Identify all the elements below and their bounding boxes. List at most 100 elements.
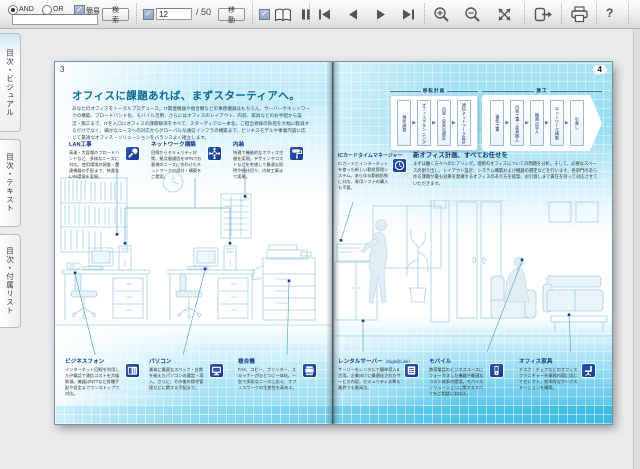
page3-intro-text: あなたのオフィスをトータルプロデュース。IT関連機器や複合機などの事務機器はもち… [72, 105, 310, 142]
viewer-toolbar: AND OR 簡易 検索 / 50 移動 [0, 0, 640, 29]
flow-plan-label: 移転計画 [390, 87, 478, 95]
flow-arrow-icon: ▶ [412, 121, 416, 126]
callout-office-furniture-body: デスク・チェアなどのオフィスファニチャーを業務内容に応じてセレクト。効率的なワー… [519, 367, 578, 391]
callout-business-phone: ビジネスフォン インターネット回線を利用したIP電話で通信コストを大幅削減。機器… [65, 357, 139, 397]
page4-bottom-band [333, 405, 612, 424]
new-office-section-title: 新オフィス計画、すべてお任せを [413, 150, 599, 159]
page-right[interactable]: 4 移転計画 現状調査 ▶ オフィスプランニング ▶ 内装・家具の選定 ▶ 通信… [333, 62, 612, 424]
callout-pc-body: 業務に最適なスペック・台数を揃えたパソコンの選定・導入。さらに、その後の保守管理… [149, 367, 206, 391]
flow-arrow-icon: ▶ [565, 121, 569, 126]
flow-arrow-icon: ▶ [525, 121, 529, 126]
and-label: AND [19, 6, 34, 13]
paint-roller-icon [290, 147, 303, 160]
flow-arrow-icon: ▶ [505, 121, 509, 126]
flow-step: 引渡し [570, 100, 584, 146]
zoom-in-icon[interactable] [432, 5, 450, 23]
right-edge-strip [633, 28, 640, 469]
page-sync-checkbox[interactable] [143, 9, 154, 20]
page-left[interactable]: 3 オフィスに課題あれば、まずスターティアへ。 あなたのオフィスをトータルプロデ… [55, 62, 333, 424]
flow-arrow-icon: ▶ [545, 121, 549, 126]
callout-network-body: 回線からセキュリティ対策、拠点間通信をVPNでお客様のニーズに合わせたネットワー… [151, 150, 204, 180]
toolbar-divider [596, 3, 597, 24]
pc-icon [210, 364, 223, 377]
toolbar-divider [136, 3, 137, 24]
flow-step: 内装・家具の選定 [437, 100, 451, 146]
print-icon[interactable] [569, 5, 589, 23]
callout-ic-card-body: ICカードとインターネットを使った新しい勤怠管理システム。あらゆる勤務形態に対応… [338, 161, 389, 191]
callout-interior: 内装 快適で機能的なオフィス空間を実現。デザインやコストなどを考慮して最適な照明… [233, 140, 303, 180]
mobile-icon [490, 364, 503, 377]
pause-autoflip-icon[interactable] [300, 8, 312, 20]
callout-network: ネットワーク構築 回線からセキュリティ対策、拠点間通信をVPNでお客様のニーズに… [151, 140, 221, 180]
flow-step: 機器の導入 [530, 100, 544, 146]
callout-copier: 複合機 FAX、コピー、プリンター、スキャナーがひとつに一体化。一台で多彩なニー… [238, 357, 316, 391]
flow-arrow-icon: ▶ [452, 121, 456, 126]
server-icon [405, 364, 418, 377]
spread-mode-checkbox[interactable] [259, 9, 270, 20]
flow-step: オフィスプランニング [417, 100, 431, 146]
flow-step: 通信ネットワーク設計 [457, 100, 471, 146]
first-page-icon[interactable] [317, 8, 331, 20]
tab-toc-list[interactable]: 目次・付属リスト [0, 234, 21, 328]
exit-window-icon[interactable] [533, 6, 553, 22]
clock-icon [393, 159, 406, 172]
callout-business-phone-body: インターネット回線を利用したIP電話で通信コストを大幅削減。機器はNTTなど各種… [65, 367, 122, 397]
go-to-page-button[interactable]: 移動 [218, 8, 245, 21]
callout-ic-card: ICカードタイムマネージャー ICカードとインターネットを使った新しい勤怠管理シ… [338, 152, 406, 191]
network-icon [208, 147, 221, 160]
flow-build-label: 施工 [482, 87, 602, 95]
book-view-icon[interactable] [270, 5, 296, 23]
flow-group-plan: 移転計画 現状調査 ▶ オフィスプランニング ▶ 内装・家具の選定 ▶ 通信ネッ… [390, 87, 478, 151]
toolbar-divider [252, 3, 253, 24]
callout-mobile: モバイル 携帯電話のビジネスユースにフォーカスした機器や最適なコスト体系の提案。… [429, 357, 503, 397]
toolbar-divider [628, 3, 629, 24]
relocation-flow-diagram: 移転計画 現状調査 ▶ オフィスプランニング ▶ 内装・家具の選定 ▶ 通信ネッ… [390, 87, 602, 151]
flow-plan-box: 現状調査 ▶ オフィスプランニング ▶ 内装・家具の選定 ▶ 通信ネットワーク設… [390, 95, 478, 151]
callout-lan-body: 高速・大容量のブロードバンドなど、多様なニーズに対応。使用環境の調査・関連機器の… [69, 150, 122, 180]
page-number-input[interactable] [156, 8, 192, 20]
spread-gutter [326, 62, 340, 424]
help-button[interactable]: ? [606, 6, 613, 20]
toolbar-divider [524, 3, 525, 24]
next-page-icon[interactable] [375, 8, 387, 20]
callout-interior-body: 快適で機能的なオフィス空間を実現。デザインやコストなどを考慮して最適な照明や間仕… [233, 150, 286, 180]
flow-step: 現状調査 [397, 100, 411, 146]
new-office-section: 新オフィス計画、すべてお任せを まずは働く方々へのヒアリング。理想のオフィスにつ… [413, 150, 599, 188]
tab-toc-visual-label: 目次・ビジュアル [5, 49, 16, 117]
flow-step: 内装工事・家具搬入 [510, 100, 524, 146]
flow-step: ネットワーク構築 [550, 100, 564, 146]
office-lineart-right [333, 200, 612, 352]
page3-headline: オフィスに課題あれば、まずスターティアへ。 [72, 88, 300, 103]
tab-toc-visual[interactable]: 目次・ビジュアル [0, 33, 21, 132]
search-input[interactable] [12, 14, 98, 25]
callout-office-furniture: オフィス家具 デスク・チェアなどのオフィスファニチャーを業務内容に応じてセレクト… [519, 357, 595, 391]
new-office-section-body: まずは働く方々へのヒアリング。理想のオフィスについての問題を分析。そして、必要な… [413, 161, 599, 188]
flow-build-box: 電気工事 ▶ 内装工事・家具搬入 ▶ 機器の導入 ▶ ネットワーク構築 ▶ 引渡… [482, 95, 602, 151]
business-phone-icon [126, 364, 139, 377]
tab-toc-list-label: 目次・付属リスト [5, 247, 16, 315]
office-lineart-left [55, 162, 333, 360]
office-chair-icon [582, 364, 595, 377]
zoom-out-icon[interactable] [463, 5, 481, 23]
flow-group-build: 施工 電気工事 ▶ 内装工事・家具搬入 ▶ 機器の導入 ▶ ネットワーク構築 ▶… [482, 87, 602, 151]
pan-move-icon[interactable] [495, 5, 513, 23]
callout-pc: パソコン 業務に最適なスペック・台数を揃えたパソコンの選定・導入。さらに、その後… [149, 357, 223, 391]
or-label: OR [53, 6, 64, 13]
page-total-label: / 50 [196, 7, 211, 17]
page-number-right: 4 [593, 65, 607, 74]
book-spread: 3 オフィスに課題あれば、まずスターティアへ。 あなたのオフィスをトータルプロデ… [55, 62, 612, 424]
wrench-icon [126, 147, 139, 160]
tab-toc-text[interactable]: 目次・テキスト [0, 139, 21, 227]
toolbar-divider [309, 3, 310, 24]
search-button[interactable]: 検索 [102, 8, 129, 21]
page-number-left: 3 [60, 65, 64, 74]
tab-toc-text-label: 目次・テキスト [5, 153, 16, 213]
page3-bottom-band [55, 405, 333, 424]
previous-page-icon[interactable] [347, 8, 359, 20]
callout-ic-card-title: ICカードタイムマネージャー [338, 152, 406, 159]
callout-rental-server: レンタルサーバー（Digit@Link） サーバーをレンタルで簡単導入&活用。企… [338, 357, 418, 391]
toolbar-divider [424, 3, 425, 24]
callout-rental-server-body: サーバーをレンタルで簡単導入&活用。企業向けに最適化されたサービス内容。セキュリ… [338, 367, 401, 391]
last-page-icon[interactable] [401, 8, 415, 20]
callout-mobile-body: 携帯電話のビジネスユースにフォーカスした機器や最適なコスト体系の提案。モバイルソ… [429, 367, 486, 397]
